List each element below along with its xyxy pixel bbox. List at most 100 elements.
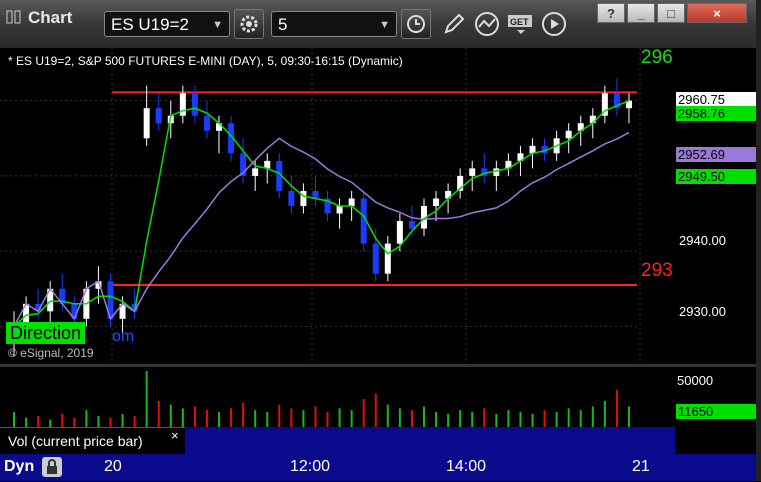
interval-input[interactable]: 5 ▼: [271, 11, 397, 37]
volume-bar: [410, 410, 413, 427]
level-label-bottom: 293: [641, 260, 673, 281]
volume-bar: [145, 371, 148, 427]
price-axis[interactable]: 2960.75 2958.76 2952.69 2949.50 2940.00 …: [675, 48, 757, 364]
close-button[interactable]: ×: [687, 3, 747, 23]
time-axis[interactable]: Dyn 20 12:00 14:00 21: [0, 0, 761, 481]
minimize-button[interactable]: _: [627, 3, 655, 23]
get-data-icon[interactable]: GET: [507, 12, 535, 36]
candle-body: [155, 108, 162, 124]
purple-ma-tag: 2952.69: [676, 147, 757, 162]
candle-body: [348, 198, 355, 206]
interval-value: 5: [278, 15, 288, 34]
volume-bar: [254, 410, 257, 427]
volume-legend-label: Vol (current price bar): [8, 433, 143, 449]
play-icon[interactable]: [541, 11, 567, 37]
volume-bar: [555, 412, 558, 427]
volume-bar: [121, 413, 124, 427]
volume-bar: [97, 415, 100, 427]
pencil-icon[interactable]: [441, 11, 467, 37]
price-chart-svg: [0, 48, 641, 364]
volume-chart-svg: [13, 371, 630, 427]
chart-window-icon: [6, 10, 22, 24]
candle-body: [372, 243, 379, 274]
volume-bar: [85, 410, 88, 427]
candle-body: [469, 168, 476, 176]
volume-bar: [205, 410, 208, 427]
volume-bar: [266, 412, 269, 427]
chevron-down-icon[interactable]: ▼: [379, 12, 390, 38]
volume-bar: [133, 415, 136, 427]
volume-bar: [615, 389, 618, 427]
watermark-fragment: om: [112, 328, 135, 345]
volume-bar: [386, 404, 389, 427]
toolbar: Chart ES U19=2 ▼ 5 ▼ GET ? _ □ ×: [0, 0, 761, 48]
volume-tag: 11650: [676, 404, 757, 419]
volume-bar: [627, 406, 630, 427]
direction-badge: Direction: [6, 322, 86, 344]
volume-bar: [338, 408, 341, 427]
symbol-input[interactable]: ES U19=2 ▼: [104, 11, 230, 37]
volume-bar: [314, 406, 317, 427]
candle-body: [336, 206, 343, 214]
volume-bar: [278, 404, 281, 427]
volume-tick: 50000: [677, 373, 714, 388]
maximize-button[interactable]: □: [657, 3, 685, 23]
volume-bar: [374, 393, 377, 427]
time-tick: 21: [632, 458, 650, 475]
volume-bar: [181, 408, 184, 427]
lock-icon[interactable]: [42, 457, 62, 477]
volume-bar: [567, 408, 570, 427]
volume-bar: [326, 412, 329, 427]
candle-body: [565, 130, 572, 139]
volume-bar: [169, 404, 172, 427]
candle-body: [300, 190, 307, 206]
price-tick: 2940.00: [679, 233, 726, 248]
candle-body: [384, 243, 391, 274]
clock-icon[interactable]: [401, 9, 431, 39]
candle-body: [203, 115, 210, 131]
volume-bar: [49, 419, 52, 427]
symbol-value: ES U19=2: [111, 15, 189, 34]
volume-bar: [193, 406, 196, 427]
price-chart[interactable]: * ES U19=2, S&P 500 FUTURES E-MINI (DAY)…: [0, 47, 675, 364]
volume-bar: [13, 412, 16, 427]
study-icon[interactable]: [474, 11, 500, 37]
dynamic-label: Dyn: [4, 458, 35, 475]
volume-bar: [579, 410, 582, 427]
volume-panel[interactable]: [0, 367, 675, 427]
copyright-text: © eSignal, 2019: [8, 346, 94, 360]
time-tick: 12:00: [290, 458, 331, 475]
volume-bar: [242, 402, 245, 427]
volume-bar: [591, 406, 594, 427]
close-icon[interactable]: ×: [171, 428, 179, 443]
candle-body: [252, 168, 259, 176]
help-button[interactable]: ?: [597, 3, 625, 23]
volume-bar: [362, 399, 365, 427]
window-edge: [756, 0, 761, 481]
time-tick: 14:00: [446, 458, 487, 475]
volume-bar: [350, 410, 353, 427]
volume-bar: [398, 408, 401, 427]
volume-bar: [109, 417, 112, 427]
level-label-top: 296: [641, 47, 673, 68]
candle-body: [493, 168, 500, 176]
volume-axis: 50000 11650: [675, 367, 757, 427]
green-ma-line: [13, 100, 630, 327]
candle-body: [433, 198, 440, 206]
candle-body: [288, 190, 295, 206]
chevron-down-icon[interactable]: ▼: [212, 12, 223, 38]
volume-bar: [218, 412, 221, 427]
volume-bar: [531, 413, 534, 427]
volume-bar: [507, 410, 510, 427]
volume-bar: [495, 413, 498, 427]
volume-bar: [37, 415, 40, 427]
volume-bar: [543, 410, 546, 427]
green-vwap-tag: 2949.50: [676, 169, 757, 184]
volume-bar: [290, 408, 293, 427]
volume-bar: [447, 413, 450, 427]
green-ma-tag: 2958.76: [676, 106, 757, 121]
volume-bar: [483, 408, 486, 427]
volume-bar: [157, 400, 160, 427]
settings-gear-icon[interactable]: [234, 9, 264, 39]
svg-text:GET: GET: [510, 17, 529, 27]
